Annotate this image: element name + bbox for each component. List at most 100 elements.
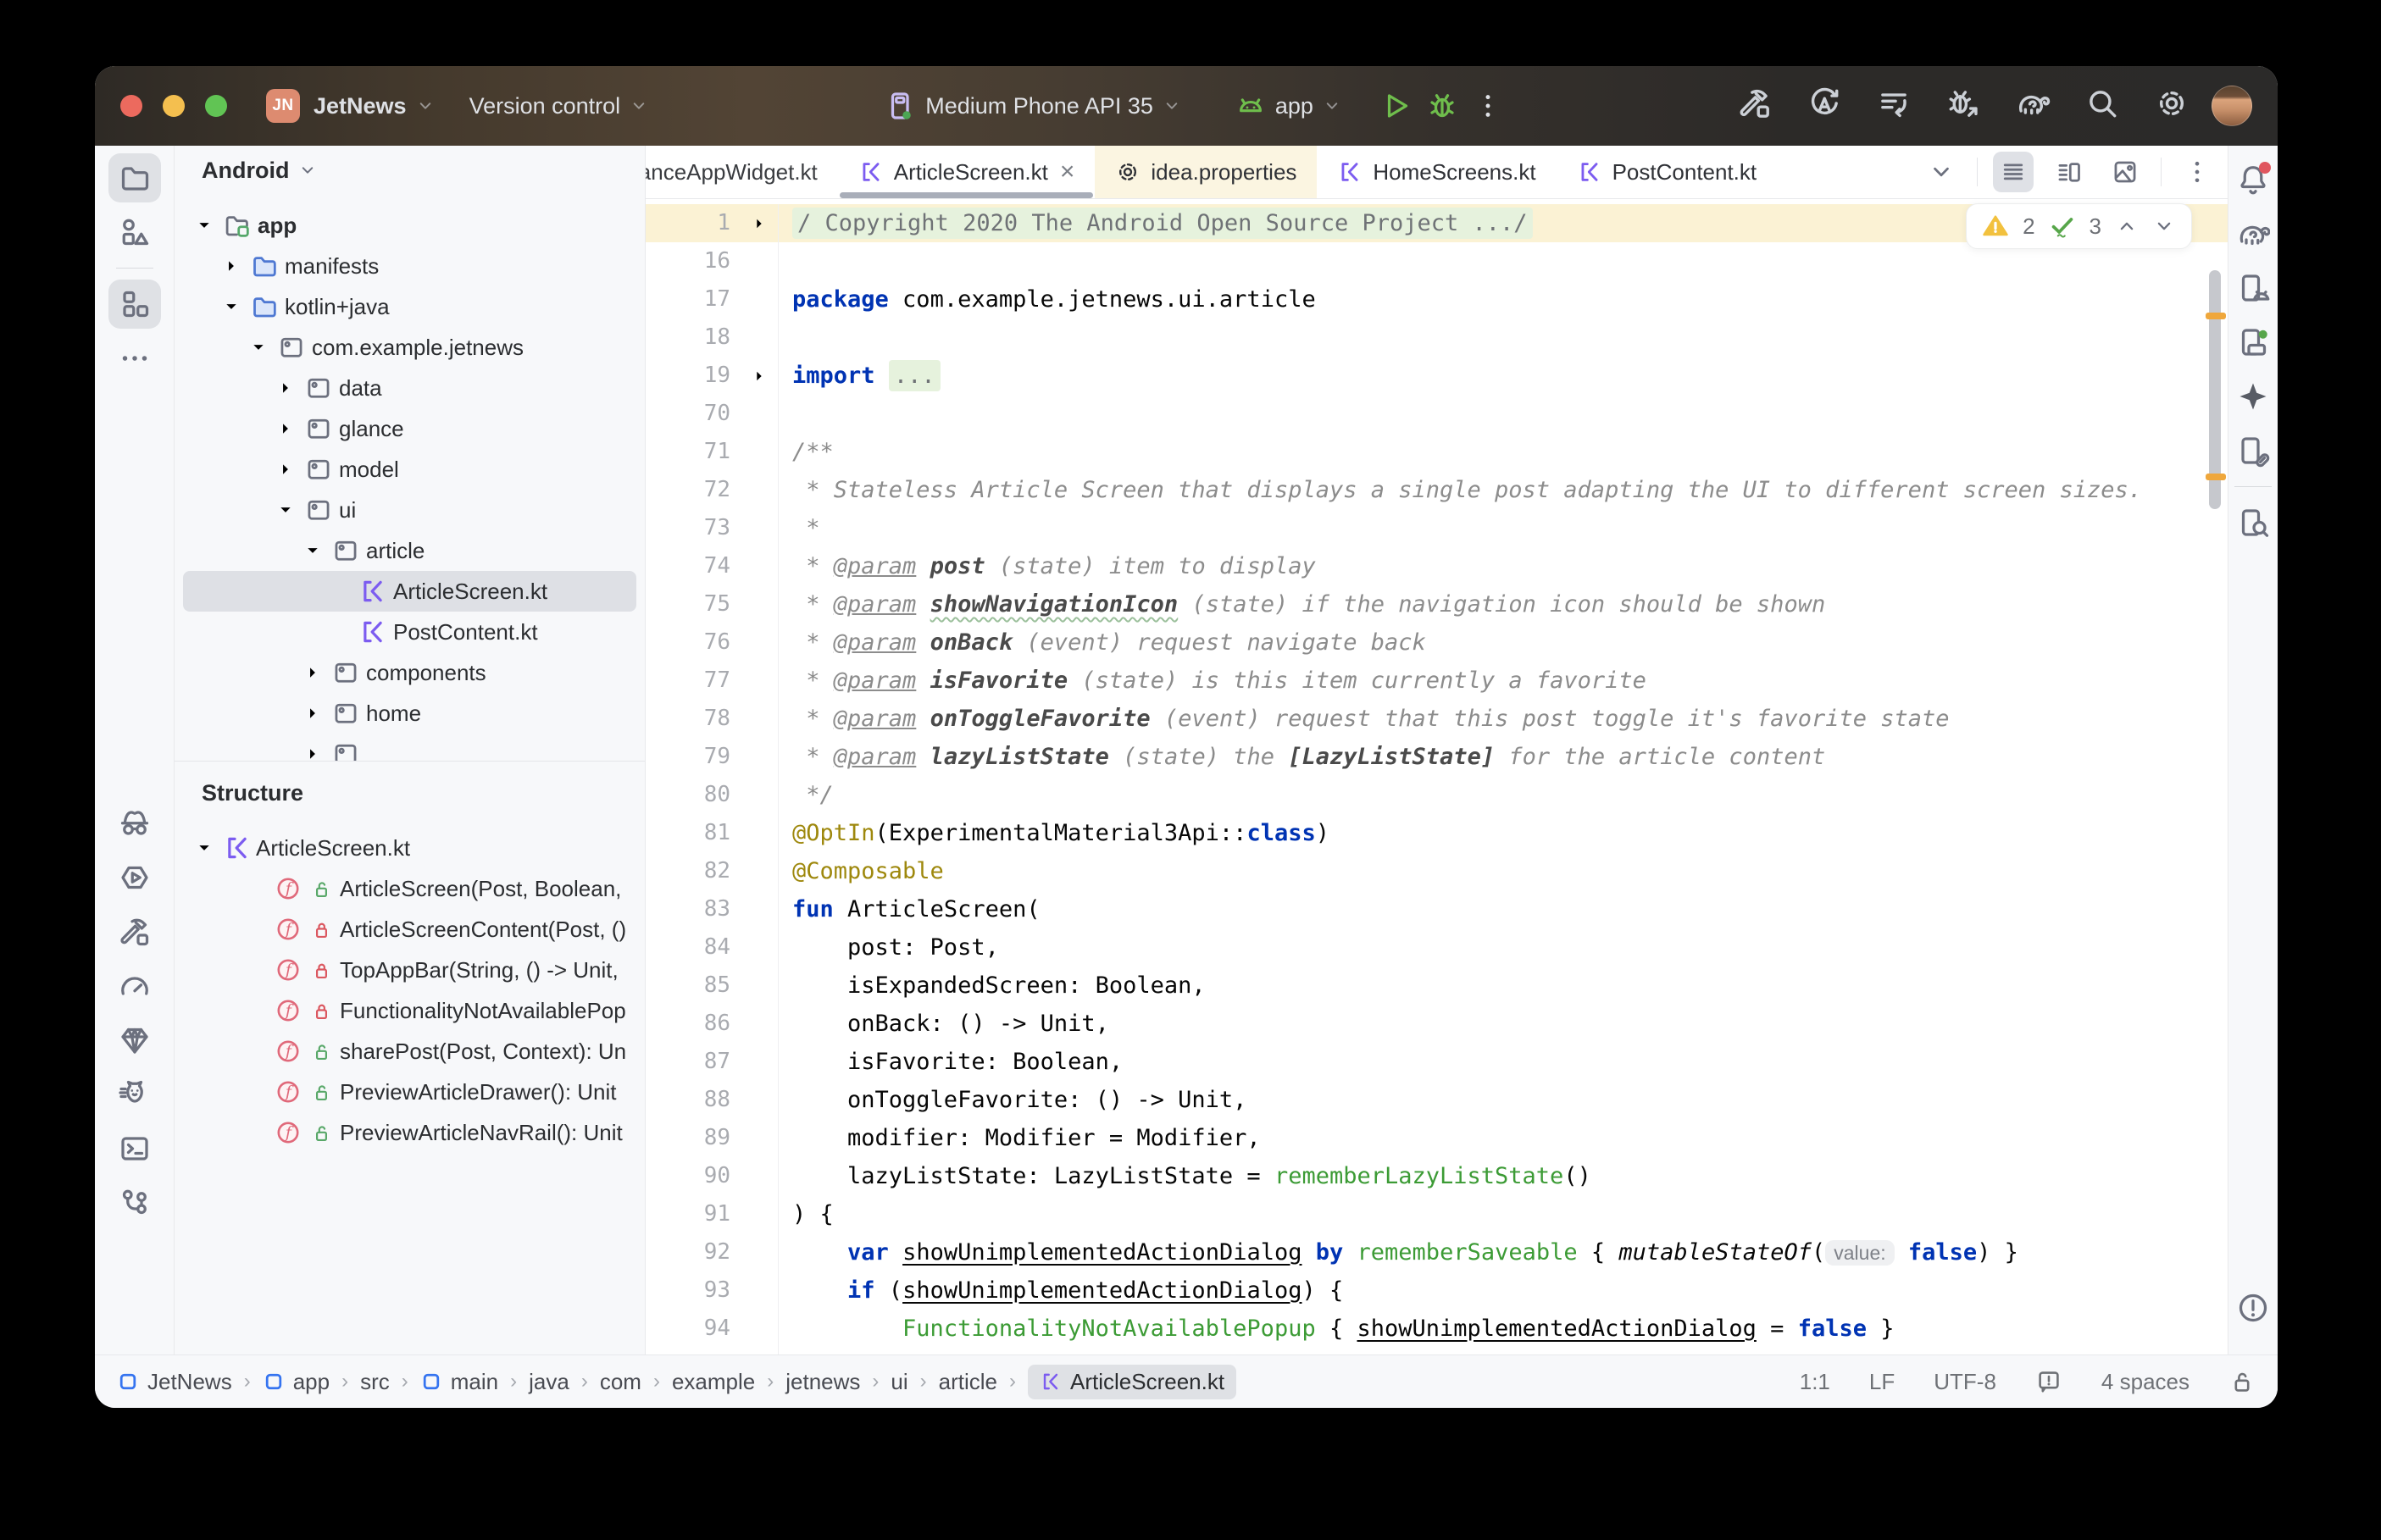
structure-item-functionalitynotavailablepop[interactable]: f FunctionalityNotAvailablePop (175, 990, 645, 1031)
attach-debugger-button[interactable] (1945, 86, 1981, 127)
line-number[interactable]: 74 (646, 547, 741, 585)
indent-widget[interactable]: 4 spaces (2101, 1369, 2190, 1395)
gradle-tool-button[interactable] (2227, 209, 2278, 258)
line-number[interactable]: 70 (646, 395, 741, 433)
device-explorer-tool-button[interactable] (2227, 498, 2278, 547)
close-tab-icon[interactable]: × (1060, 158, 1075, 186)
breadcrumb-src[interactable]: src (360, 1369, 390, 1395)
line-number[interactable]: 72 (646, 471, 741, 509)
structure-item-articlescreen-post-boolean[interactable]: f ArticleScreen(Post, Boolean, (175, 868, 645, 909)
structure-item-previewarticledrawer-unit[interactable]: f PreviewArticleDrawer(): Unit (175, 1072, 645, 1112)
expand-icon[interactable] (271, 458, 300, 480)
gradle-sync-button[interactable] (2015, 86, 2051, 127)
version-control-tool-button[interactable] (108, 1178, 161, 1227)
structure-root-articlescreen-kt[interactable]: ArticleScreen.kt (175, 828, 645, 868)
project-tool-button[interactable] (108, 153, 161, 202)
more-run-options-button[interactable] (1473, 91, 1503, 121)
preview-layout-button[interactable] (2105, 152, 2145, 192)
line-number[interactable]: 95 (646, 1348, 741, 1354)
tab-postcontent-kt[interactable]: PostContent.kt (1557, 146, 1778, 198)
build-button[interactable] (1737, 86, 1773, 127)
settings-button[interactable] (2154, 86, 2190, 127)
zoom-window-button[interactable] (205, 95, 227, 117)
structure-item-sharepost-post-context-un[interactable]: f sharePost(Post, Context): Un (175, 1031, 645, 1072)
expand-icon[interactable] (271, 377, 300, 399)
tab-articlescreen-kt[interactable]: ArticleScreen.kt × (838, 146, 1096, 198)
split-editor-button[interactable] (2049, 152, 2090, 192)
logcat-tool-button[interactable] (108, 1070, 161, 1119)
tree-item-articlescreen-kt[interactable]: ArticleScreen.kt (183, 571, 636, 612)
breadcrumb-articlescreen-kt[interactable]: ArticleScreen.kt (1028, 1364, 1237, 1399)
line-number[interactable]: 78 (646, 700, 741, 738)
line-number[interactable]: 80 (646, 776, 741, 814)
line-number[interactable]: 89 (646, 1119, 741, 1157)
line-number[interactable]: 91 (646, 1195, 741, 1233)
tree-item-item[interactable] (183, 734, 636, 761)
breadcrumb-jetnews[interactable]: JetNews (117, 1369, 232, 1395)
tab-idea-properties[interactable]: idea.properties (1095, 146, 1318, 198)
run-button[interactable] (1378, 89, 1412, 123)
encoding-widget[interactable]: UTF-8 (1934, 1369, 1996, 1395)
editor-view-mode-button[interactable] (1993, 152, 2034, 192)
running-devices-tool-button[interactable] (108, 853, 161, 902)
line-ending-widget[interactable]: LF (1869, 1369, 1895, 1395)
resource-manager-tool-button[interactable] (108, 208, 161, 257)
tab-list-dropdown-button[interactable] (1921, 152, 1962, 192)
editor-options-button[interactable] (2177, 152, 2217, 192)
breadcrumb-com[interactable]: com (600, 1369, 641, 1395)
line-number[interactable]: 19 (646, 357, 741, 395)
line-number[interactable]: 76 (646, 623, 741, 662)
line-number[interactable]: 86 (646, 1005, 741, 1043)
device-manager-tool-button[interactable] (2227, 263, 2278, 313)
collapse-icon[interactable] (190, 214, 219, 236)
line-number[interactable]: 81 (646, 814, 741, 852)
line-number[interactable]: 83 (646, 890, 741, 928)
code-editor[interactable]: 1/ Copyright 2020 The Android Open Sourc… (646, 199, 2228, 1354)
close-window-button[interactable] (120, 95, 142, 117)
search-everywhere-button[interactable] (2084, 86, 2120, 127)
breadcrumb-example[interactable]: example (672, 1369, 755, 1395)
more-tool-windows-button[interactable] (108, 334, 161, 383)
device-selector[interactable]: Medium Phone API 35 (883, 89, 1182, 123)
avatar[interactable] (2212, 86, 2252, 126)
device-pairing-tool-button[interactable] (2227, 426, 2278, 475)
debug-button[interactable] (1425, 89, 1459, 123)
expand-icon[interactable] (298, 743, 327, 761)
tree-item-article[interactable]: article (183, 530, 636, 571)
unlocked-icon[interactable] (2228, 1368, 2256, 1395)
line-number[interactable]: 79 (646, 738, 741, 776)
tree-item-ui[interactable]: ui (183, 490, 636, 530)
app-inspection-tool-button[interactable] (108, 799, 161, 848)
fold-marker-icon[interactable] (741, 357, 778, 395)
tab-lanceappwidget-kt[interactable]: lanceAppWidget.kt (646, 146, 838, 198)
warning-stripe-mark[interactable] (2206, 313, 2226, 319)
apply-code-changes-button[interactable] (1876, 86, 1912, 127)
line-number[interactable]: 87 (646, 1043, 741, 1081)
profiler-tool-button[interactable] (108, 961, 161, 1011)
collapse-icon[interactable] (190, 837, 219, 859)
problems-tool-button[interactable] (2227, 1283, 2278, 1332)
minimize-window-button[interactable] (163, 95, 185, 117)
breadcrumb-article[interactable]: article (939, 1369, 997, 1395)
breadcrumb-main[interactable]: main (420, 1369, 498, 1395)
running-devices-mirror-tool-button[interactable] (2227, 318, 2278, 367)
structure-item-previewarticlenavrail-unit[interactable]: f PreviewArticleNavRail(): Unit (175, 1112, 645, 1153)
collapse-icon[interactable] (271, 499, 300, 521)
expand-icon[interactable] (298, 702, 327, 724)
line-number[interactable]: 92 (646, 1233, 741, 1271)
tree-item-components[interactable]: components (183, 652, 636, 693)
highlight-level-icon[interactable] (2035, 1368, 2062, 1395)
line-number[interactable]: 73 (646, 509, 741, 547)
tree-item-postcontent-kt[interactable]: PostContent.kt (183, 612, 636, 652)
collapse-icon[interactable] (298, 540, 327, 562)
caret-position-widget[interactable]: 1:1 (1800, 1369, 1830, 1395)
prev-issue-icon[interactable] (2115, 214, 2139, 238)
tree-item-manifests[interactable]: manifests (183, 246, 636, 286)
expand-icon[interactable] (217, 255, 246, 277)
line-number[interactable]: 88 (646, 1081, 741, 1119)
inspection-widget[interactable]: 2 3 (1966, 203, 2192, 249)
line-number[interactable]: 71 (646, 433, 741, 471)
project-selector[interactable]: JetNews (314, 93, 436, 119)
tree-item-kotlin-java[interactable]: kotlin+java (183, 286, 636, 327)
line-number[interactable]: 75 (646, 585, 741, 623)
